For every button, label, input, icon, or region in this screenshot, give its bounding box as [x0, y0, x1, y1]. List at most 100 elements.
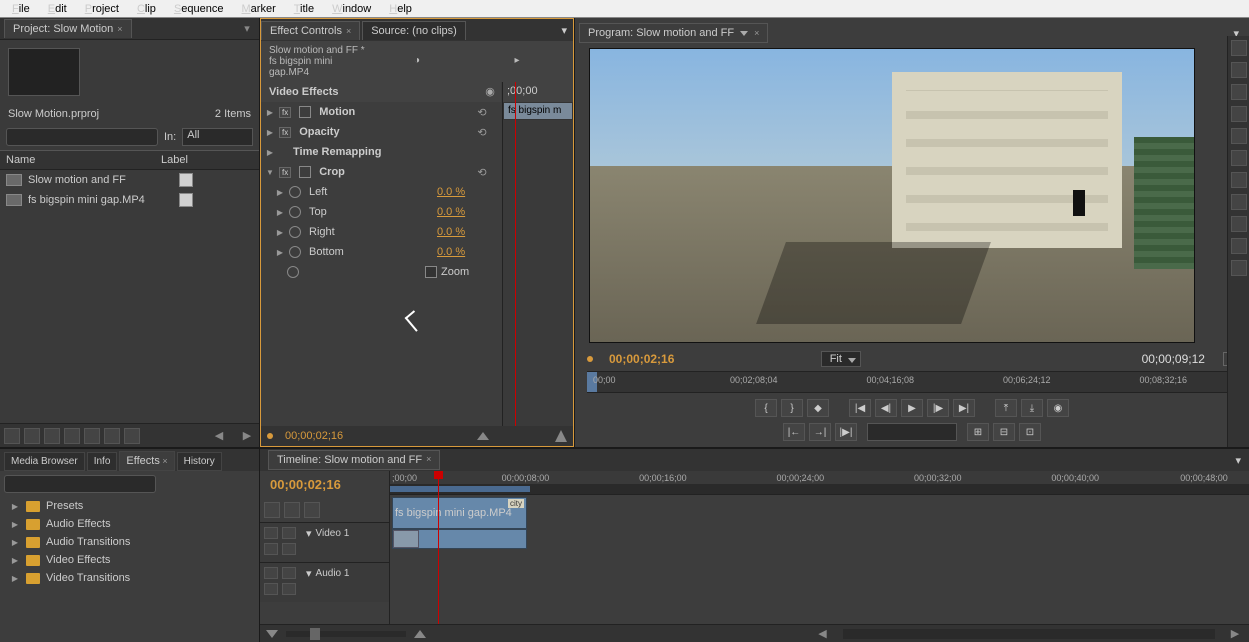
bin-item[interactable]: Slow motion and FF [0, 170, 259, 190]
effects-folder[interactable]: ▶Video Transitions [0, 569, 259, 587]
scroll-left-icon[interactable]: ◀ [815, 627, 831, 640]
in-dropdown[interactable]: All [182, 128, 253, 146]
menu-sequence[interactable]: Sequence [166, 1, 232, 17]
effect-row-time-remapping[interactable]: ▶ Time Remapping [261, 142, 501, 162]
menu-edit[interactable]: Edit [40, 1, 75, 17]
menu-marker[interactable]: Marker [234, 1, 284, 17]
transform-box-icon[interactable] [299, 166, 311, 178]
effect-row-crop[interactable]: ▼ fx Crop ⟲ [261, 162, 501, 182]
disclosure-icon[interactable]: ▶ [265, 148, 275, 157]
bin-item[interactable]: fs bigspin mini gap.MP4 [0, 190, 259, 210]
tab-info[interactable]: Info [87, 452, 118, 471]
ec-clip-chip[interactable]: fs bigspin m [503, 102, 573, 120]
reset-icon[interactable]: ⟲ [475, 106, 489, 119]
output-button[interactable]: ⊟ [993, 423, 1015, 441]
go-to-in-button[interactable]: |◀ [849, 399, 871, 417]
new-item-icon[interactable] [104, 428, 120, 444]
close-icon[interactable]: × [346, 26, 351, 36]
keyframe-icon[interactable] [282, 583, 296, 595]
disclosure-icon[interactable]: ▶ [10, 556, 20, 565]
timeline-clip[interactable]: fs bigspin mini gap.MP4 city [392, 497, 527, 529]
prev-icon[interactable]: ◀ [211, 429, 227, 442]
menu-file[interactable]: File [4, 1, 38, 17]
razor-tool-icon[interactable] [1231, 150, 1247, 166]
timeline-playhead[interactable] [438, 471, 439, 624]
fx-badge-icon[interactable]: fx [279, 107, 291, 118]
effects-folder[interactable]: ▶Video Effects [0, 551, 259, 569]
timeline-ruler[interactable]: ;00;00 00;00;08;00 00;00;16;00 00;00;24;… [390, 471, 1249, 495]
menu-window[interactable]: Window [324, 1, 379, 17]
disclosure-icon[interactable]: ▶ [10, 502, 20, 511]
marker-icon[interactable] [284, 502, 300, 518]
tab-media-browser[interactable]: Media Browser [4, 452, 85, 471]
panel-menu-icon[interactable]: ▾ [239, 22, 255, 35]
effects-search-input[interactable] [4, 475, 156, 493]
toggle-timeline-icon[interactable]: ◑ [369, 55, 465, 69]
find-icon[interactable] [64, 428, 80, 444]
automate-icon[interactable] [44, 428, 60, 444]
effect-controls-tab[interactable]: Effect Controls × [261, 21, 360, 40]
ec-timecode[interactable]: 00;00;02;16 [285, 430, 343, 442]
effects-folder[interactable]: ▶Audio Transitions [0, 533, 259, 551]
project-search-input[interactable] [6, 128, 158, 146]
reset-icon[interactable]: ⟲ [475, 126, 489, 139]
transform-box-icon[interactable] [299, 106, 311, 118]
timeline-zoom-slider[interactable] [286, 631, 406, 637]
source-tab[interactable]: Source: (no clips) [362, 21, 466, 40]
lock-icon[interactable] [282, 567, 296, 579]
ec-mini-ruler[interactable]: ;00;00 [503, 82, 573, 102]
project-tab[interactable]: Project: Slow Motion × [4, 19, 132, 38]
scroll-right-icon[interactable]: ▶ [1227, 627, 1243, 640]
work-area-bar[interactable] [390, 486, 530, 492]
rate-stretch-tool-icon[interactable] [1231, 128, 1247, 144]
ripple-edit-tool-icon[interactable] [1231, 84, 1247, 100]
fx-badge-icon[interactable]: fx [279, 127, 291, 138]
zoom-out-icon[interactable] [477, 432, 489, 440]
reset-icon[interactable]: ⟲ [475, 166, 489, 179]
timeline-tab[interactable]: Timeline: Slow motion and FF × [268, 450, 440, 470]
keyframe-icon[interactable] [282, 543, 296, 555]
param-value[interactable]: 0.0 % [437, 246, 497, 258]
effect-row-motion[interactable]: ▶ fx Motion ⟲ [261, 102, 501, 122]
track-opt-icon[interactable] [264, 543, 278, 555]
lift-button[interactable]: ⤒ [995, 399, 1017, 417]
step-back-button[interactable]: ◀| [875, 399, 897, 417]
effects-folder[interactable]: ▶Presets [0, 497, 259, 515]
disclosure-icon[interactable]: ▶ [275, 208, 285, 217]
list-view-icon[interactable] [4, 428, 20, 444]
slide-tool-icon[interactable] [1231, 194, 1247, 210]
disclosure-icon[interactable]: ▶ [265, 128, 275, 137]
track-opt-icon[interactable] [264, 583, 278, 595]
close-icon[interactable]: × [426, 454, 431, 466]
param-value[interactable]: 0.0 % [437, 186, 497, 198]
section-toggle-icon[interactable]: ◉ [483, 85, 497, 99]
go-to-out-button[interactable]: ▶| [953, 399, 975, 417]
new-bin-icon[interactable] [84, 428, 100, 444]
effect-row-opacity[interactable]: ▶ fx Opacity ⟲ [261, 122, 501, 142]
pen-tool-icon[interactable] [1231, 216, 1247, 232]
dropdown-icon[interactable] [740, 31, 748, 36]
disclosure-icon[interactable]: ▶ [275, 248, 285, 257]
play-around-button[interactable]: |▶| [835, 423, 857, 441]
label-swatch[interactable] [179, 173, 193, 187]
menu-project[interactable]: Project [77, 1, 127, 17]
eye-icon[interactable] [264, 527, 278, 539]
hand-tool-icon[interactable] [1231, 238, 1247, 254]
mark-out-button[interactable]: } [781, 399, 803, 417]
tab-history[interactable]: History [177, 452, 222, 471]
delete-icon[interactable] [124, 428, 140, 444]
zoom-out-icon[interactable] [266, 630, 278, 638]
export-frame-button[interactable]: ◉ [1047, 399, 1069, 417]
speaker-icon[interactable] [264, 567, 278, 579]
label-swatch[interactable] [179, 193, 193, 207]
ec-playhead[interactable] [515, 82, 516, 426]
zoom-fit-dropdown[interactable]: Fit [821, 351, 861, 367]
track-select-tool-icon[interactable] [1231, 62, 1247, 78]
disclosure-icon[interactable]: ▼ [265, 168, 275, 177]
effects-folder[interactable]: ▶Audio Effects [0, 515, 259, 533]
menu-clip[interactable]: Clip [129, 1, 164, 17]
close-icon[interactable]: × [117, 24, 122, 34]
menu-help[interactable]: Help [381, 1, 420, 17]
disclosure-icon[interactable]: ▶ [10, 574, 20, 583]
program-ruler[interactable]: 00;00 00;02;08;04 00;04;16;08 00;06;24;1… [587, 371, 1237, 393]
